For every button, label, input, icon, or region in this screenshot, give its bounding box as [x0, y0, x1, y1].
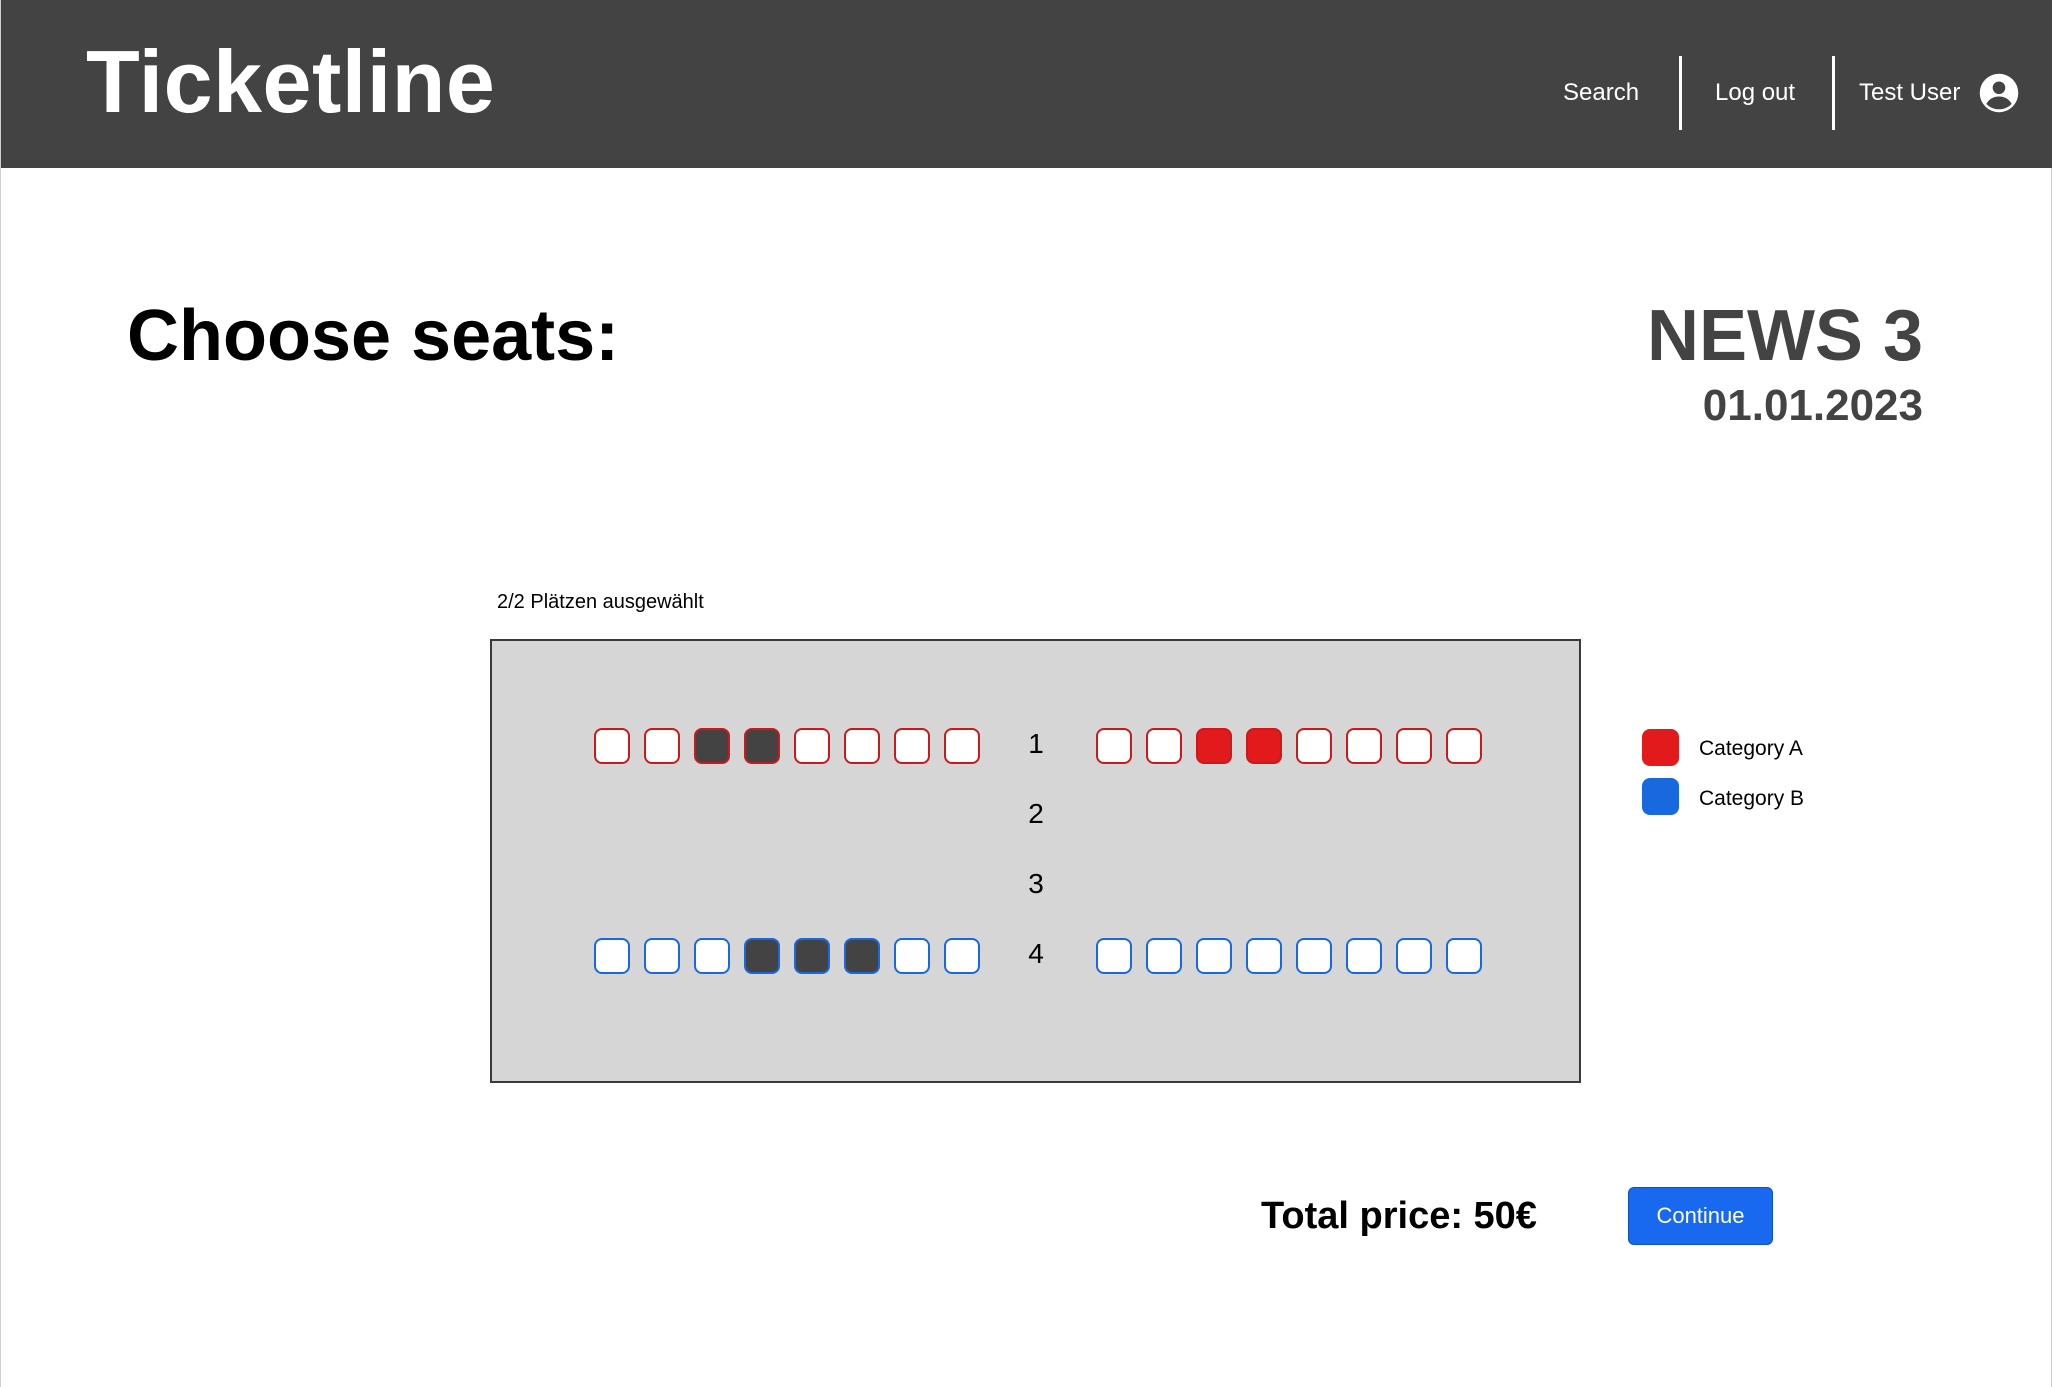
seat-row4-right-1[interactable]	[1096, 938, 1132, 974]
seat-row1-right-7[interactable]	[1396, 728, 1432, 764]
nav-logout-link[interactable]: Log out	[1715, 78, 1795, 108]
seat-row4-left-7[interactable]	[894, 938, 930, 974]
nav-divider	[1832, 56, 1835, 130]
seat-row4-left-3[interactable]	[694, 938, 730, 974]
row-label: 1	[1028, 728, 1044, 759]
selected-seats-counter: 2/2 Plätzen ausgewählt	[497, 591, 704, 613]
seat-row1-left-4	[744, 728, 780, 764]
seat-row1-left-6[interactable]	[844, 728, 880, 764]
seat-row4-left-6	[844, 938, 880, 974]
seat-row1-right-4[interactable]	[1246, 728, 1282, 764]
seat-row4-left-1[interactable]	[594, 938, 630, 974]
account-circle-icon[interactable]	[1978, 72, 2020, 114]
legend-swatch-category-a	[1642, 729, 1679, 766]
seat-row1-left-3	[694, 728, 730, 764]
seat-row1-left-2[interactable]	[644, 728, 680, 764]
seat-row4-right-5[interactable]	[1296, 938, 1332, 974]
nav-user-name[interactable]: Test User	[1859, 78, 1960, 108]
seat-row1-left-5[interactable]	[794, 728, 830, 764]
seat-row4-left-5	[794, 938, 830, 974]
seat-row1-right-2[interactable]	[1146, 728, 1182, 764]
row-label: 4	[1028, 938, 1044, 969]
legend-label-category-a: Category A	[1699, 737, 1803, 760]
row-label: 2	[1028, 798, 1044, 829]
row-label: 3	[1028, 868, 1044, 899]
total-price: Total price: 50€	[1261, 1195, 1537, 1237]
seat-row4-left-2[interactable]	[644, 938, 680, 974]
seat-row4-left-4	[744, 938, 780, 974]
legend-swatch-category-b	[1642, 778, 1679, 815]
page-title: Choose seats:	[127, 296, 620, 376]
seat-row1-right-6[interactable]	[1346, 728, 1382, 764]
app-header: Ticketline Search Log out Test User	[1, 0, 2052, 168]
nav-divider	[1679, 56, 1682, 130]
continue-button[interactable]: Continue	[1628, 1187, 1773, 1245]
seat-row1-right-5[interactable]	[1296, 728, 1332, 764]
legend-label-category-b: Category B	[1699, 787, 1805, 810]
event-date: 01.01.2023	[1702, 381, 1923, 430]
seat-row4-right-6[interactable]	[1346, 938, 1382, 974]
page-frame: Ticketline Search Log out Test User Choo…	[0, 0, 2052, 1387]
seat-row1-left-8[interactable]	[944, 728, 980, 764]
seat-row4-right-2[interactable]	[1146, 938, 1182, 974]
brand-logo[interactable]: Ticketline	[86, 38, 495, 126]
event-name: NEWS 3	[1646, 296, 1923, 376]
seat-row1-left-1[interactable]	[594, 728, 630, 764]
seat-row4-right-8[interactable]	[1446, 938, 1482, 974]
seat-row4-right-4[interactable]	[1246, 938, 1282, 974]
nav-search-link[interactable]: Search	[1563, 78, 1639, 108]
seat-row1-left-7[interactable]	[894, 728, 930, 764]
seat-row4-right-3[interactable]	[1196, 938, 1232, 974]
seat-row1-right-1[interactable]	[1096, 728, 1132, 764]
seat-row1-right-3[interactable]	[1196, 728, 1232, 764]
seat-map: 1 2 3 4	[490, 639, 1581, 1083]
seat-row4-left-8[interactable]	[944, 938, 980, 974]
seat-row4-right-7[interactable]	[1396, 938, 1432, 974]
seat-row1-right-8[interactable]	[1446, 728, 1482, 764]
